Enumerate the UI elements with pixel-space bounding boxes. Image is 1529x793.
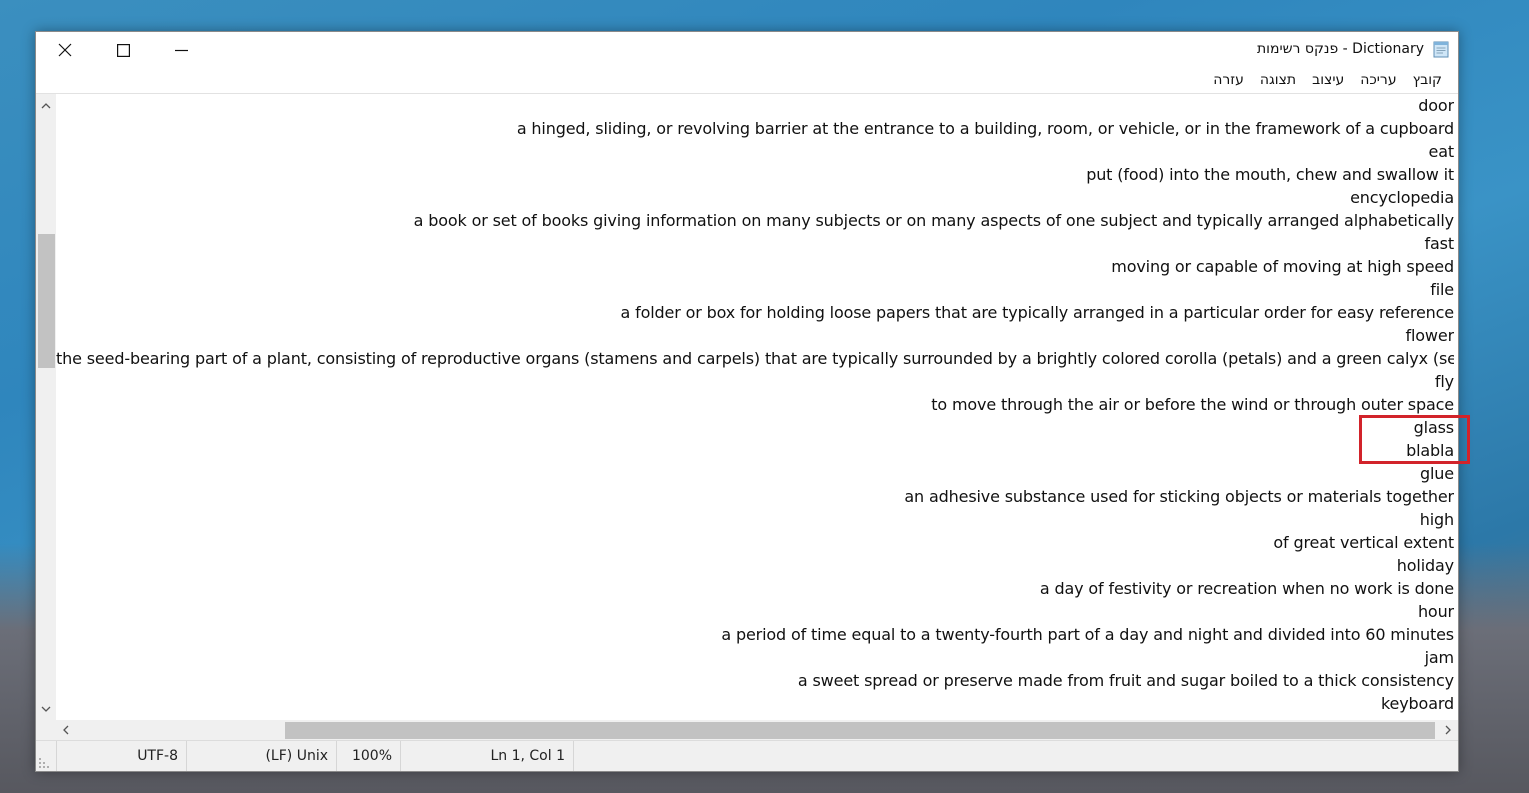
status-encoding: UTF-8: [56, 741, 186, 771]
text-line: fast: [1424, 234, 1454, 253]
text-line: jam: [1424, 648, 1454, 667]
text-line: moving or capable of moving at high spee…: [1111, 257, 1454, 276]
status-zoom: 100%: [336, 741, 400, 771]
chevron-down-icon: [41, 706, 51, 712]
text-line: an adhesive substance used for sticking …: [904, 487, 1454, 506]
horizontal-scroll-thumb[interactable]: [285, 722, 1435, 739]
scroll-up-button[interactable]: [36, 96, 56, 116]
menu-view[interactable]: תצוגה: [1252, 68, 1304, 92]
minimize-icon: [174, 49, 188, 51]
text-line: a day of festivity or recreation when no…: [1039, 579, 1454, 598]
text-line: door: [1418, 96, 1454, 115]
menu-bar: קובץ עריכה עיצוב תצוגה עזרה: [36, 68, 1458, 92]
text-content[interactable]: door a hinged, sliding, or revolving bar…: [56, 94, 1454, 721]
vertical-scroll-thumb[interactable]: [38, 234, 55, 368]
chevron-left-icon: [63, 725, 69, 735]
scrollbar-corner: [36, 720, 56, 740]
notepad-window: פנקס רשימות - Dictionary קובץ עריכה עיצו…: [35, 31, 1470, 772]
minimize-button[interactable]: [152, 32, 210, 68]
menu-format[interactable]: עיצוב: [1304, 68, 1352, 92]
text-line: holiday: [1396, 556, 1454, 575]
status-line-endings: (LF) Unix: [186, 741, 336, 771]
text-line: encyclopedia: [1350, 188, 1454, 207]
scroll-right-button[interactable]: [1438, 720, 1458, 740]
title-bar[interactable]: פנקס רשימות - Dictionary: [36, 32, 1458, 68]
text-line: file: [1430, 280, 1454, 299]
text-line: glass: [1413, 418, 1454, 437]
text-line: a hinged, sliding, or revolving barrier …: [516, 119, 1454, 138]
maximize-button[interactable]: [94, 32, 152, 68]
window-title: פנקס רשימות - Dictionary: [1256, 41, 1424, 57]
text-line: glue: [1420, 464, 1454, 483]
text-line: high: [1419, 510, 1454, 529]
text-line: blabla: [1406, 441, 1454, 460]
text-line: fly: [1434, 372, 1454, 391]
text-line: put (food) into the mouth, chew and swal…: [1086, 165, 1454, 184]
horizontal-scrollbar[interactable]: [56, 720, 1458, 740]
menu-file[interactable]: קובץ: [1405, 68, 1450, 92]
menu-edit[interactable]: עריכה: [1352, 68, 1404, 92]
scroll-left-button[interactable]: [56, 720, 76, 740]
text-line: a book or set of books giving informatio…: [413, 211, 1454, 230]
resize-grip-icon[interactable]: [38, 757, 50, 769]
text-line: the seed-bearing part of a plant, consis…: [56, 349, 1454, 368]
menu-help[interactable]: עזרה: [1205, 68, 1252, 92]
text-line: to move through the air or before the wi…: [931, 395, 1454, 414]
text-line: a folder or box for holding loose papers…: [620, 303, 1454, 322]
text-line: flower: [1405, 326, 1454, 345]
chevron-right-icon: [1445, 725, 1451, 735]
text-line: eat: [1428, 142, 1454, 161]
close-icon: [58, 43, 72, 57]
status-cursor-position: Ln 1, Col 1: [400, 741, 574, 771]
chevron-up-icon: [41, 103, 51, 109]
text-editor[interactable]: door a hinged, sliding, or revolving bar…: [36, 93, 1470, 721]
close-button[interactable]: [36, 32, 94, 68]
notepad-icon: [1433, 41, 1449, 58]
status-bar: UTF-8 (LF) Unix 100% Ln 1, Col 1: [36, 740, 1458, 771]
text-line: a period of time equal to a twenty-fourt…: [721, 625, 1454, 644]
text-line: of great vertical extent: [1273, 533, 1454, 552]
maximize-icon: [116, 43, 130, 57]
text-line: a sweet spread or preserve made from fru…: [797, 671, 1454, 690]
scroll-down-button[interactable]: [36, 699, 56, 719]
vertical-scrollbar[interactable]: [36, 94, 56, 721]
text-line: keyboard: [1380, 694, 1454, 713]
text-line: hour: [1417, 602, 1454, 621]
